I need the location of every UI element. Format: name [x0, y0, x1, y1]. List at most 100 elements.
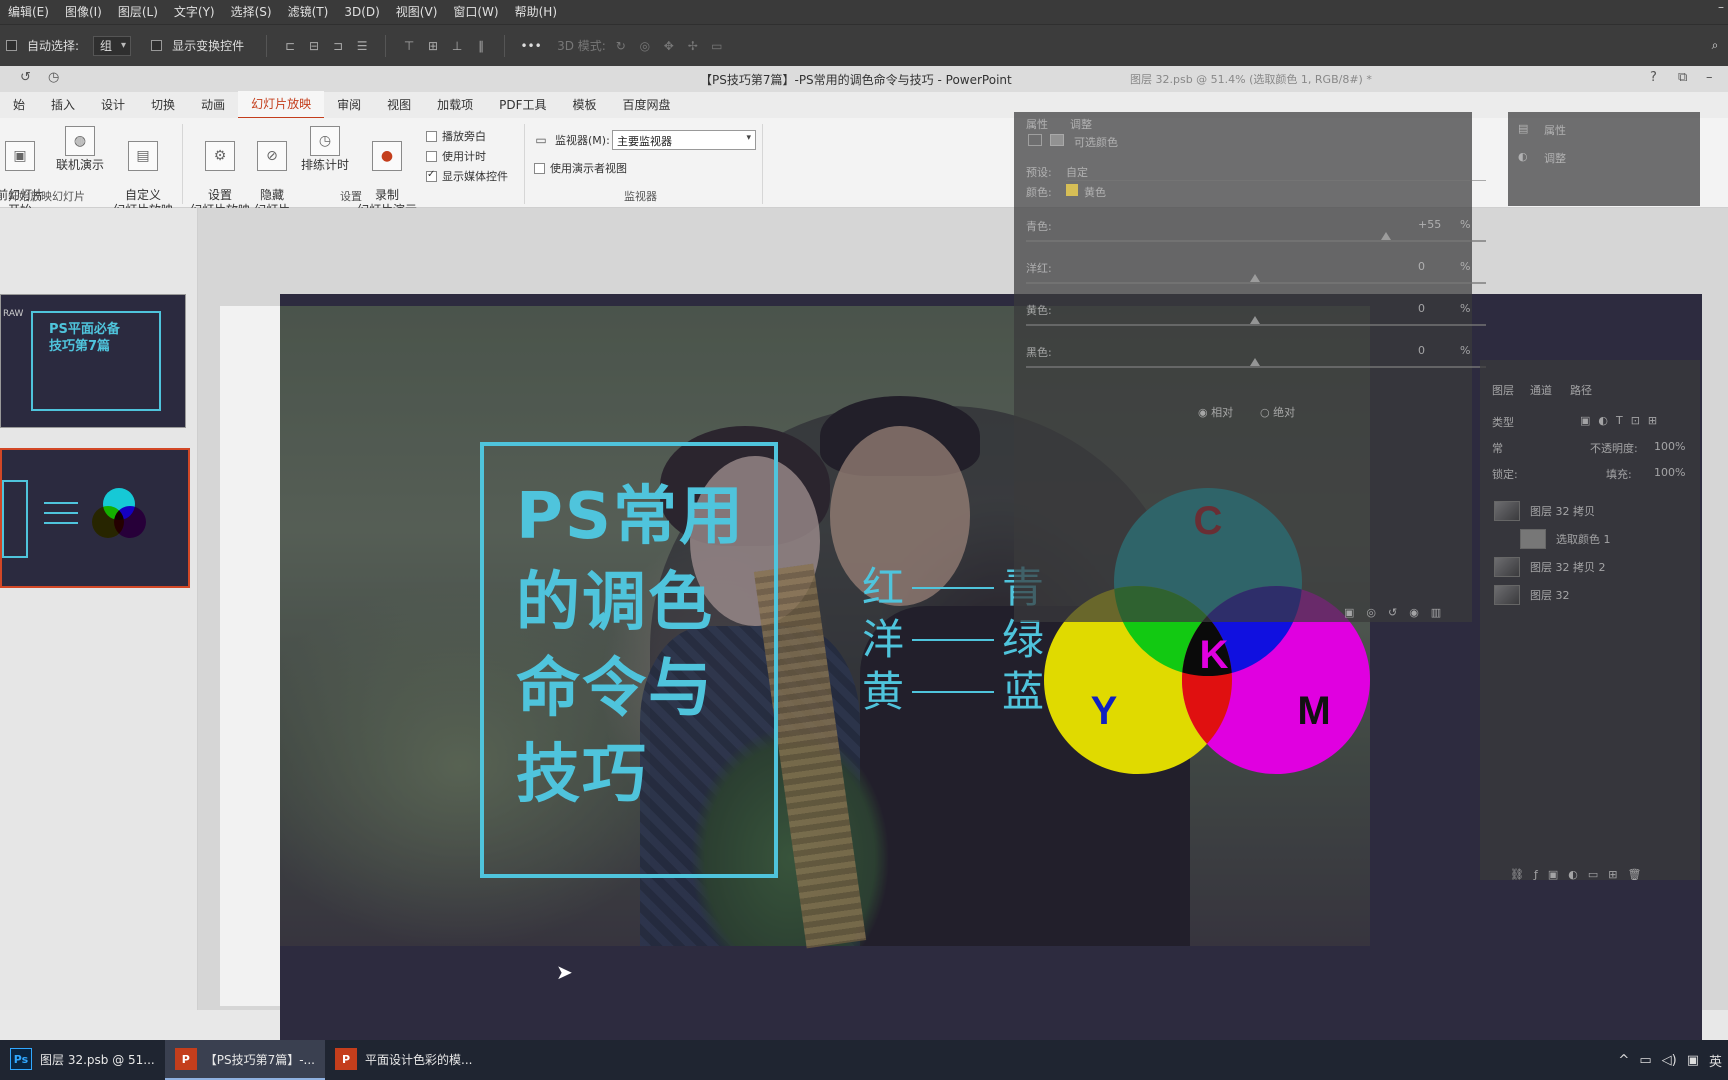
menu-window[interactable]: 窗口(W)	[445, 0, 506, 24]
menu-image[interactable]: 图像(I)	[57, 0, 110, 24]
play-narration-check[interactable]: 播放旁白	[426, 128, 486, 144]
layer-row[interactable]: 图层 32 拷贝 2	[1494, 556, 1654, 578]
taskbar-item-photoshop[interactable]: Ps 图层 32.psb @ 51...	[0, 1040, 165, 1080]
distribute-icon[interactable]: ☰	[353, 38, 371, 54]
ps-doc-tab[interactable]: 图层 32.psb @ 51.4% (选取颜色 1, RGB/8#) *	[1130, 71, 1372, 87]
menu-layer[interactable]: 图层(L)	[110, 0, 166, 24]
tab-animations[interactable]: 动画	[188, 92, 238, 118]
use-timings-check[interactable]: 使用计时	[426, 148, 486, 164]
checkbox[interactable]	[426, 150, 437, 162]
align-right-icon[interactable]: ⊐	[329, 38, 347, 54]
cyan-value[interactable]: +55	[1418, 218, 1441, 231]
slide-thumbnail-2[interactable]	[0, 448, 190, 588]
taskbar-item-powerpoint-1[interactable]: P 【PS技巧第7篇】-...	[164, 1040, 325, 1080]
black-value[interactable]: 0	[1418, 344, 1425, 357]
auto-select-dropdown[interactable]: 组	[93, 35, 132, 56]
checkbox[interactable]	[426, 169, 437, 182]
adjust-tab[interactable]: 调整	[1070, 116, 1092, 132]
colors-dropdown[interactable]: 黄色	[1084, 184, 1106, 200]
3d-slide-icon[interactable]: ✢	[684, 38, 702, 54]
tab-templates[interactable]: 模板	[560, 92, 610, 118]
tab-baidu-netdisk[interactable]: 百度网盘	[610, 92, 684, 118]
slide-thumbnail-1[interactable]: RAW PS平面必备 技巧第7篇	[0, 294, 186, 428]
tab-view[interactable]: 视图	[374, 92, 424, 118]
preset-dropdown[interactable]: 自定	[1066, 164, 1486, 181]
blend-mode[interactable]: 常	[1492, 440, 1503, 456]
side-adjust-label[interactable]: 调整	[1544, 150, 1566, 166]
kind-filter[interactable]: 类型	[1492, 414, 1514, 430]
side-adjust-icon[interactable]: ◐	[1518, 150, 1528, 163]
custom-slideshow-button[interactable]: ▤ 自定义 幻灯片放映	[108, 126, 178, 218]
layer-row[interactable]: 图层 32	[1494, 584, 1654, 606]
minimize-icon[interactable]: –	[1706, 70, 1713, 85]
network-icon[interactable]: ▭	[1639, 1053, 1651, 1068]
chevron-up-icon[interactable]: ^	[1618, 1053, 1629, 1068]
monitor-dropdown[interactable]: 主要监视器	[612, 130, 756, 150]
3d-roll-icon[interactable]: ◎	[636, 38, 654, 54]
layers-footer-icons[interactable]: ⛓ƒ▣◐▭⊞🗑	[1510, 868, 1651, 881]
menu-edit[interactable]: 编辑(E)	[0, 0, 57, 24]
show-transform-checkbox[interactable]	[151, 40, 163, 51]
align-middle-icon[interactable]: ⊞	[424, 38, 442, 54]
setup-slideshow-button[interactable]: ⚙ 设置 幻灯片放映	[188, 126, 252, 218]
3d-camera-icon[interactable]: ▭	[708, 38, 726, 54]
from-current-slide-button[interactable]: ▣ 前幻灯片 开始	[0, 126, 46, 218]
align-center-icon[interactable]: ⊟	[305, 38, 323, 54]
menu-select[interactable]: 选择(S)	[223, 0, 280, 24]
paths-tab[interactable]: 路径	[1570, 382, 1592, 398]
rehearse-timings-button[interactable]: ◷ 排练计时	[298, 126, 352, 173]
magenta-slider[interactable]	[1026, 282, 1486, 284]
record-slideshow-button[interactable]: ● 录制 幻灯片演示	[352, 126, 422, 218]
layers-tab[interactable]: 图层	[1492, 382, 1514, 398]
absolute-radio[interactable]: ○ 绝对	[1260, 404, 1295, 420]
magenta-value[interactable]: 0	[1418, 260, 1425, 273]
online-present-button[interactable]: ◍ 联机演示	[54, 126, 106, 173]
checkbox[interactable]	[534, 162, 545, 174]
layer-row[interactable]: 选取颜色 1	[1520, 528, 1680, 550]
layer-row[interactable]: 图层 32 拷贝	[1494, 500, 1654, 522]
black-slider[interactable]	[1026, 366, 1486, 368]
menu-3d[interactable]: 3D(D)	[336, 0, 387, 24]
magenta-slider-thumb[interactable]	[1250, 274, 1260, 282]
minimize-icon[interactable]: –	[1718, 0, 1724, 14]
side-properties-label[interactable]: 属性	[1544, 122, 1566, 138]
menu-view[interactable]: 视图(V)	[388, 0, 446, 24]
tab-pdf-tools[interactable]: PDF工具	[486, 92, 559, 118]
search-icon[interactable]: ⌕	[1706, 38, 1724, 54]
tab-slideshow[interactable]: 幻灯片放映	[238, 91, 325, 119]
checkbox[interactable]	[426, 130, 437, 142]
qat-icon[interactable]: ◷	[48, 70, 59, 85]
tab-home[interactable]: 始	[0, 92, 38, 118]
auto-select-checkbox[interactable]	[6, 40, 17, 51]
ime-indicator[interactable]: 英	[1709, 1051, 1722, 1070]
distribute-vertical-icon[interactable]: ∥	[472, 38, 490, 54]
align-top-icon[interactable]: ⊤	[400, 38, 418, 54]
fill-value[interactable]: 100%	[1654, 466, 1685, 479]
channels-tab[interactable]: 通道	[1530, 382, 1552, 398]
menu-filter[interactable]: 滤镜(T)	[280, 0, 337, 24]
show-media-controls-check[interactable]: 显示媒体控件	[426, 168, 508, 184]
align-left-icon[interactable]: ⊏	[281, 38, 299, 54]
tab-review[interactable]: 审阅	[324, 92, 374, 118]
menu-help[interactable]: 帮助(H)	[507, 0, 565, 24]
cyan-slider-thumb[interactable]	[1381, 232, 1391, 240]
cyan-slider[interactable]	[1026, 240, 1486, 242]
help-icon[interactable]: ?	[1650, 70, 1657, 85]
more-options-icon[interactable]: •••	[519, 38, 543, 54]
yellow-slider-thumb[interactable]	[1250, 316, 1260, 324]
refresh-icon[interactable]: ↺	[20, 70, 31, 85]
action-center-icon[interactable]: ▣	[1687, 1053, 1699, 1068]
panel-footer-icons[interactable]: ▣◎↺◉▥	[1344, 606, 1453, 619]
tab-insert[interactable]: 插入	[38, 92, 88, 118]
align-bottom-icon[interactable]: ⊥	[448, 38, 466, 54]
relative-radio[interactable]: ◉ 相对	[1198, 404, 1233, 420]
slide-title[interactable]: PS常用 的调色 命令与 技巧	[516, 474, 776, 818]
black-slider-thumb[interactable]	[1250, 358, 1260, 366]
hide-slide-button[interactable]: ⊘ 隐藏 幻灯片	[252, 126, 292, 218]
presenter-view-check[interactable]: 使用演示者视图	[534, 160, 627, 176]
restore-icon[interactable]: ⧉	[1678, 70, 1687, 85]
taskbar-item-powerpoint-2[interactable]: P 平面设计色彩的模...	[325, 1040, 482, 1080]
side-properties-icon[interactable]: ▤	[1518, 122, 1528, 135]
3d-pan-icon[interactable]: ✥	[660, 38, 678, 54]
tab-addins[interactable]: 加载项	[424, 92, 486, 118]
